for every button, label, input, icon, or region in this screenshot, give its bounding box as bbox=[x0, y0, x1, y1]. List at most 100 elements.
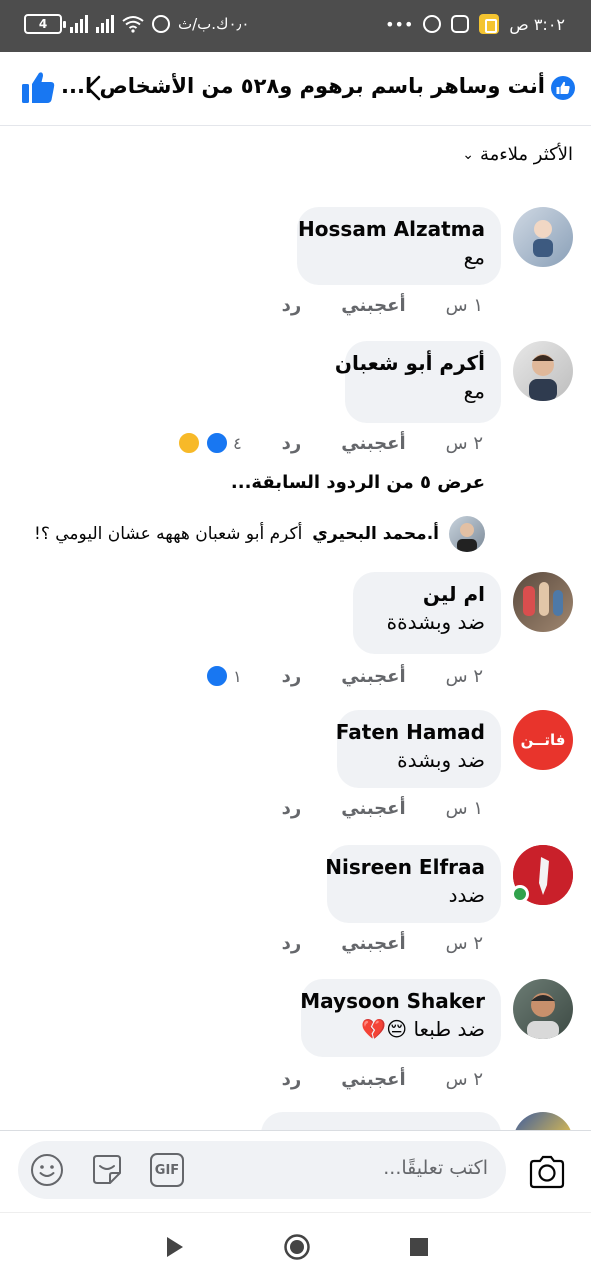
reactions-header: أنت وساهر باسم برهوم و٥٢٨ من الأشخاص ا..… bbox=[0, 52, 591, 126]
avatar[interactable] bbox=[511, 845, 573, 905]
instagram-icon bbox=[451, 15, 470, 33]
comment-author[interactable]: Nisreen Elfraa bbox=[325, 855, 485, 879]
comment-time: ١ س bbox=[445, 798, 483, 819]
comment-item: أكرم أبو شعبان مع ٢ س أعجبني رد ٤ bbox=[13, 341, 573, 461]
comment-item: Nisreen Elfraa ضدد ٢ س أعجبني رد bbox=[13, 845, 573, 965]
comment-actions: ٢ س أعجبني رد ٤ bbox=[177, 431, 483, 455]
avatar[interactable]: فاتــن bbox=[513, 710, 573, 770]
avatar[interactable] bbox=[513, 572, 573, 632]
view-previous-replies[interactable]: عرض ٥ من الردود السابقة... bbox=[231, 472, 485, 493]
reaction-count[interactable]: ٤ bbox=[177, 431, 242, 455]
comment-item: فاتــن Faten Hamad ضد وبشدة ١ س أعجبني ر… bbox=[13, 710, 573, 830]
signal-icon-2 bbox=[96, 15, 114, 33]
comment-bubble[interactable]: أكرم أبو شعبان مع bbox=[335, 341, 501, 423]
alarm-icon bbox=[152, 15, 170, 33]
comment-author[interactable]: ام لين bbox=[369, 582, 485, 606]
comment-author[interactable]: Maysoon Shaker bbox=[300, 989, 485, 1013]
avatar[interactable] bbox=[513, 341, 573, 401]
like-button[interactable]: أعجبني bbox=[341, 933, 405, 954]
comment-bubble[interactable]: Faten Hamad ضد وبشدة bbox=[336, 710, 501, 788]
gif-icon[interactable]: GIF bbox=[150, 1153, 184, 1187]
care-reaction-icon bbox=[177, 431, 202, 455]
sort-label: الأكثر ملاءمة bbox=[479, 144, 573, 165]
comment-time: ٢ س bbox=[445, 1069, 483, 1090]
comment-author[interactable]: Faten Hamad bbox=[336, 720, 485, 744]
comment-text: ضد وبشدةة bbox=[386, 610, 485, 634]
reply-button[interactable]: رد bbox=[282, 295, 302, 316]
like-button[interactable]: أعجبني bbox=[341, 798, 405, 819]
comment-text: ضدد bbox=[448, 883, 485, 907]
comment-time: ٢ س bbox=[445, 432, 483, 454]
clock-icon bbox=[423, 15, 442, 33]
comments-sheet: أنت وساهر باسم برهوم و٥٢٨ من الأشخاص ا..… bbox=[0, 52, 591, 1280]
recents-square-icon[interactable] bbox=[409, 1237, 429, 1257]
comment-actions: ١ س أعجبني رد bbox=[282, 798, 483, 819]
reaction-count-value: ١ bbox=[233, 666, 242, 686]
like-button[interactable]: أعجبني bbox=[341, 666, 405, 687]
gif-label: GIF bbox=[154, 1162, 180, 1178]
chevron-down-icon: ⌄ bbox=[462, 146, 474, 163]
comment-actions: ٢ س أعجبني رد bbox=[282, 933, 483, 954]
camera-icon[interactable] bbox=[528, 1155, 566, 1189]
reply-button[interactable]: رد bbox=[282, 1069, 302, 1090]
like-reaction-icon bbox=[205, 431, 230, 455]
comment-bubble[interactable]: Hossam Alzatma مع bbox=[297, 207, 501, 285]
wifi-icon bbox=[122, 16, 144, 33]
comment-text: ضد وبشدة bbox=[397, 748, 485, 772]
reply-button[interactable]: رد bbox=[282, 433, 302, 454]
like-reaction-icon bbox=[205, 664, 230, 688]
like-thumb-icon[interactable] bbox=[20, 70, 56, 106]
reactors-title[interactable]: أنت وساهر باسم برهوم و٥٢٨ من الأشخاص ا..… bbox=[61, 74, 545, 98]
avatar-logo-text: فاتــن bbox=[520, 731, 566, 749]
comment-author[interactable]: Hossam Alzatma bbox=[298, 217, 485, 241]
comment-input[interactable]: اكتب تعليقًا... GIF bbox=[18, 1141, 506, 1199]
avatar[interactable] bbox=[449, 516, 485, 552]
like-button[interactable]: أعجبني bbox=[341, 433, 405, 454]
system-navigation-bar bbox=[0, 1212, 591, 1280]
home-circle-icon[interactable] bbox=[283, 1233, 311, 1261]
comment-actions: ١ س أعجبني رد bbox=[282, 295, 483, 316]
like-reaction-icon bbox=[551, 76, 575, 100]
comment-placeholder: اكتب تعليقًا... bbox=[383, 1157, 488, 1179]
comment-actions: ٢ س أعجبني رد ١ bbox=[205, 664, 483, 688]
avatar[interactable] bbox=[513, 207, 573, 267]
reply-preview[interactable]: أ.محمد البحيري أكرم أبو شعبان هههه عشان … bbox=[34, 516, 485, 552]
reaction-count[interactable]: ١ bbox=[205, 664, 242, 688]
sticker-icon[interactable] bbox=[90, 1153, 124, 1187]
signal-icon bbox=[70, 15, 88, 33]
reply-button[interactable]: رد bbox=[282, 798, 302, 819]
comment-item: Hossam Alzatma مع ١ س أعجبني رد bbox=[13, 207, 573, 327]
comment-actions: ٢ س أعجبني رد bbox=[282, 1069, 483, 1090]
network-speed: ٠٫٠ك.ب/ث bbox=[178, 15, 250, 33]
more-notifications: ••• bbox=[385, 14, 414, 34]
comment-time: ٢ س bbox=[445, 933, 483, 954]
sort-selector[interactable]: الأكثر ملاءمة ⌄ bbox=[462, 144, 573, 165]
comment-item: ام لين ضد وبشدةة ٢ س أعجبني رد ١ bbox=[13, 572, 573, 692]
comment-text: ضد طبعا 😔💔 bbox=[361, 1017, 485, 1041]
reply-author[interactable]: أ.محمد البحيري bbox=[312, 524, 439, 544]
online-status-dot bbox=[511, 885, 529, 903]
status-bar: 4 ٠٫٠ك.ب/ث ••• ٣:٠٢ ص bbox=[0, 0, 591, 52]
like-button[interactable]: أعجبني bbox=[341, 1069, 405, 1090]
comment-bubble[interactable]: Maysoon Shaker ضد طبعا 😔💔 bbox=[300, 979, 501, 1057]
comment-item: Maysoon Shaker ضد طبعا 😔💔 ٢ س أعجبني رد bbox=[13, 979, 573, 1099]
reply-button[interactable]: رد bbox=[282, 666, 302, 687]
notification-app-icon bbox=[479, 14, 500, 34]
comment-time: ٢ س bbox=[445, 665, 483, 687]
battery-icon: 4 bbox=[24, 14, 66, 34]
like-button[interactable]: أعجبني bbox=[341, 295, 405, 316]
comment-author[interactable]: أكرم أبو شعبان bbox=[335, 351, 485, 375]
reaction-count-value: ٤ bbox=[233, 433, 242, 453]
emoji-icon[interactable] bbox=[30, 1153, 64, 1187]
comment-composer: اكتب تعليقًا... GIF bbox=[0, 1130, 591, 1212]
reply-button[interactable]: رد bbox=[282, 933, 302, 954]
comment-bubble[interactable]: ام لين ضد وبشدةة bbox=[353, 572, 501, 654]
comment-time: ١ س bbox=[445, 295, 483, 316]
comment-bubble[interactable]: Nisreen Elfraa ضدد bbox=[325, 845, 501, 923]
avatar[interactable] bbox=[513, 979, 573, 1039]
status-time: ٣:٠٢ ص bbox=[509, 14, 565, 34]
comment-text: مع bbox=[463, 379, 485, 403]
battery-level: 4 bbox=[38, 17, 48, 31]
back-triangle-icon[interactable] bbox=[164, 1235, 186, 1259]
comment-text: مع bbox=[463, 245, 485, 269]
